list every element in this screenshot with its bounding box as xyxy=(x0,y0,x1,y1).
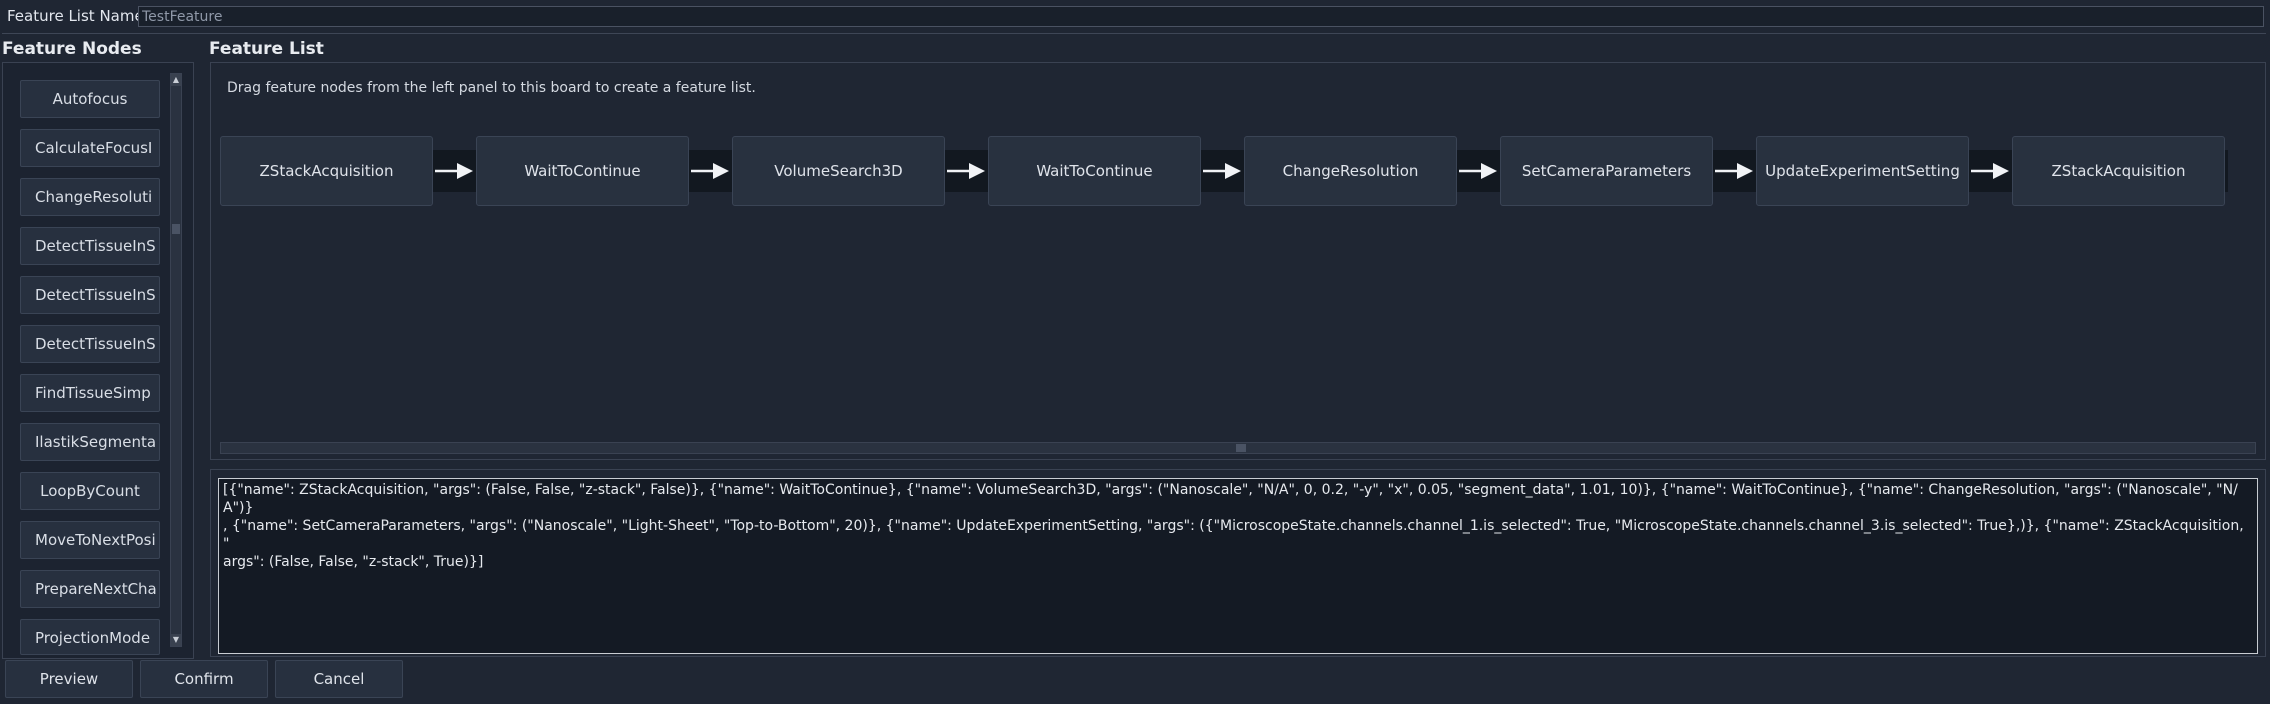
feature-node-item[interactable]: FindTissueSimp xyxy=(20,374,160,412)
feature-nodes-scrollbar[interactable]: ▲ ▼ xyxy=(170,73,182,647)
feature-node-item[interactable]: DetectTissueInS xyxy=(20,227,160,265)
feature-list-name-input[interactable] xyxy=(138,6,2264,27)
flow-node[interactable]: ZStackAcquisition xyxy=(220,136,433,206)
feature-node-item[interactable]: MoveToNextPosi xyxy=(20,521,160,559)
arrow-right-icon xyxy=(691,163,729,179)
arrow-right-icon xyxy=(1203,163,1241,179)
feature-node-item[interactable]: ProjectionMode xyxy=(20,619,160,655)
feature-list-text-editor[interactable]: [{"name": ZStackAcquisition, "args": (Fa… xyxy=(218,478,2258,654)
header-divider xyxy=(2,33,2266,34)
feature-node-item[interactable]: PrepareNextCha xyxy=(20,570,160,608)
arrow-right-icon xyxy=(1715,163,1753,179)
flow-node[interactable]: SetCameraParameters xyxy=(1500,136,1713,206)
flow-node[interactable]: ZStackAcquisition xyxy=(2012,136,2225,206)
confirm-button[interactable]: Confirm xyxy=(140,660,268,698)
preview-button[interactable]: Preview xyxy=(5,660,133,698)
feature-nodes-title: Feature Nodes xyxy=(2,39,142,59)
feature-node-item[interactable]: ChangeResoluti xyxy=(20,178,160,216)
triangle-up-icon[interactable]: ▲ xyxy=(171,74,181,86)
cancel-button[interactable]: Cancel xyxy=(275,660,403,698)
arrow-right-icon xyxy=(1459,163,1497,179)
flow-node[interactable]: UpdateExperimentSetting xyxy=(1756,136,1969,206)
feature-node-item[interactable]: DetectTissueInS xyxy=(20,325,160,363)
flow-node[interactable]: WaitToContinue xyxy=(476,136,689,206)
arrow-right-icon xyxy=(1971,163,2009,179)
feature-node-item[interactable]: CalculateFocusI xyxy=(20,129,160,167)
feature-node-item[interactable]: LoopByCount xyxy=(20,472,160,510)
feature-node-item[interactable]: DetectTissueInS xyxy=(20,276,160,314)
triangle-down-icon[interactable]: ▼ xyxy=(171,634,181,646)
flow-node[interactable]: WaitToContinue xyxy=(988,136,1201,206)
feature-list-title: Feature List xyxy=(209,39,324,59)
flow-node[interactable]: VolumeSearch3D xyxy=(732,136,945,206)
feature-node-item[interactable]: Autofocus xyxy=(20,80,160,118)
feature-list-name-label: Feature List Name xyxy=(7,7,144,25)
feature-list-board[interactable] xyxy=(210,62,2266,460)
feature-node-item[interactable]: IlastikSegmenta xyxy=(20,423,160,461)
board-horizontal-scrollbar[interactable] xyxy=(220,442,2256,454)
feature-nodes-panel: Autofocus CalculateFocusI ChangeResoluti… xyxy=(2,62,194,659)
board-hint-text: Drag feature nodes from the left panel t… xyxy=(227,80,756,96)
scrollbar-thumb[interactable] xyxy=(1236,444,1246,452)
scrollbar-thumb[interactable] xyxy=(172,224,180,234)
arrow-right-icon xyxy=(947,163,985,179)
arrow-right-icon xyxy=(435,163,473,179)
flow-node[interactable]: ChangeResolution xyxy=(1244,136,1457,206)
